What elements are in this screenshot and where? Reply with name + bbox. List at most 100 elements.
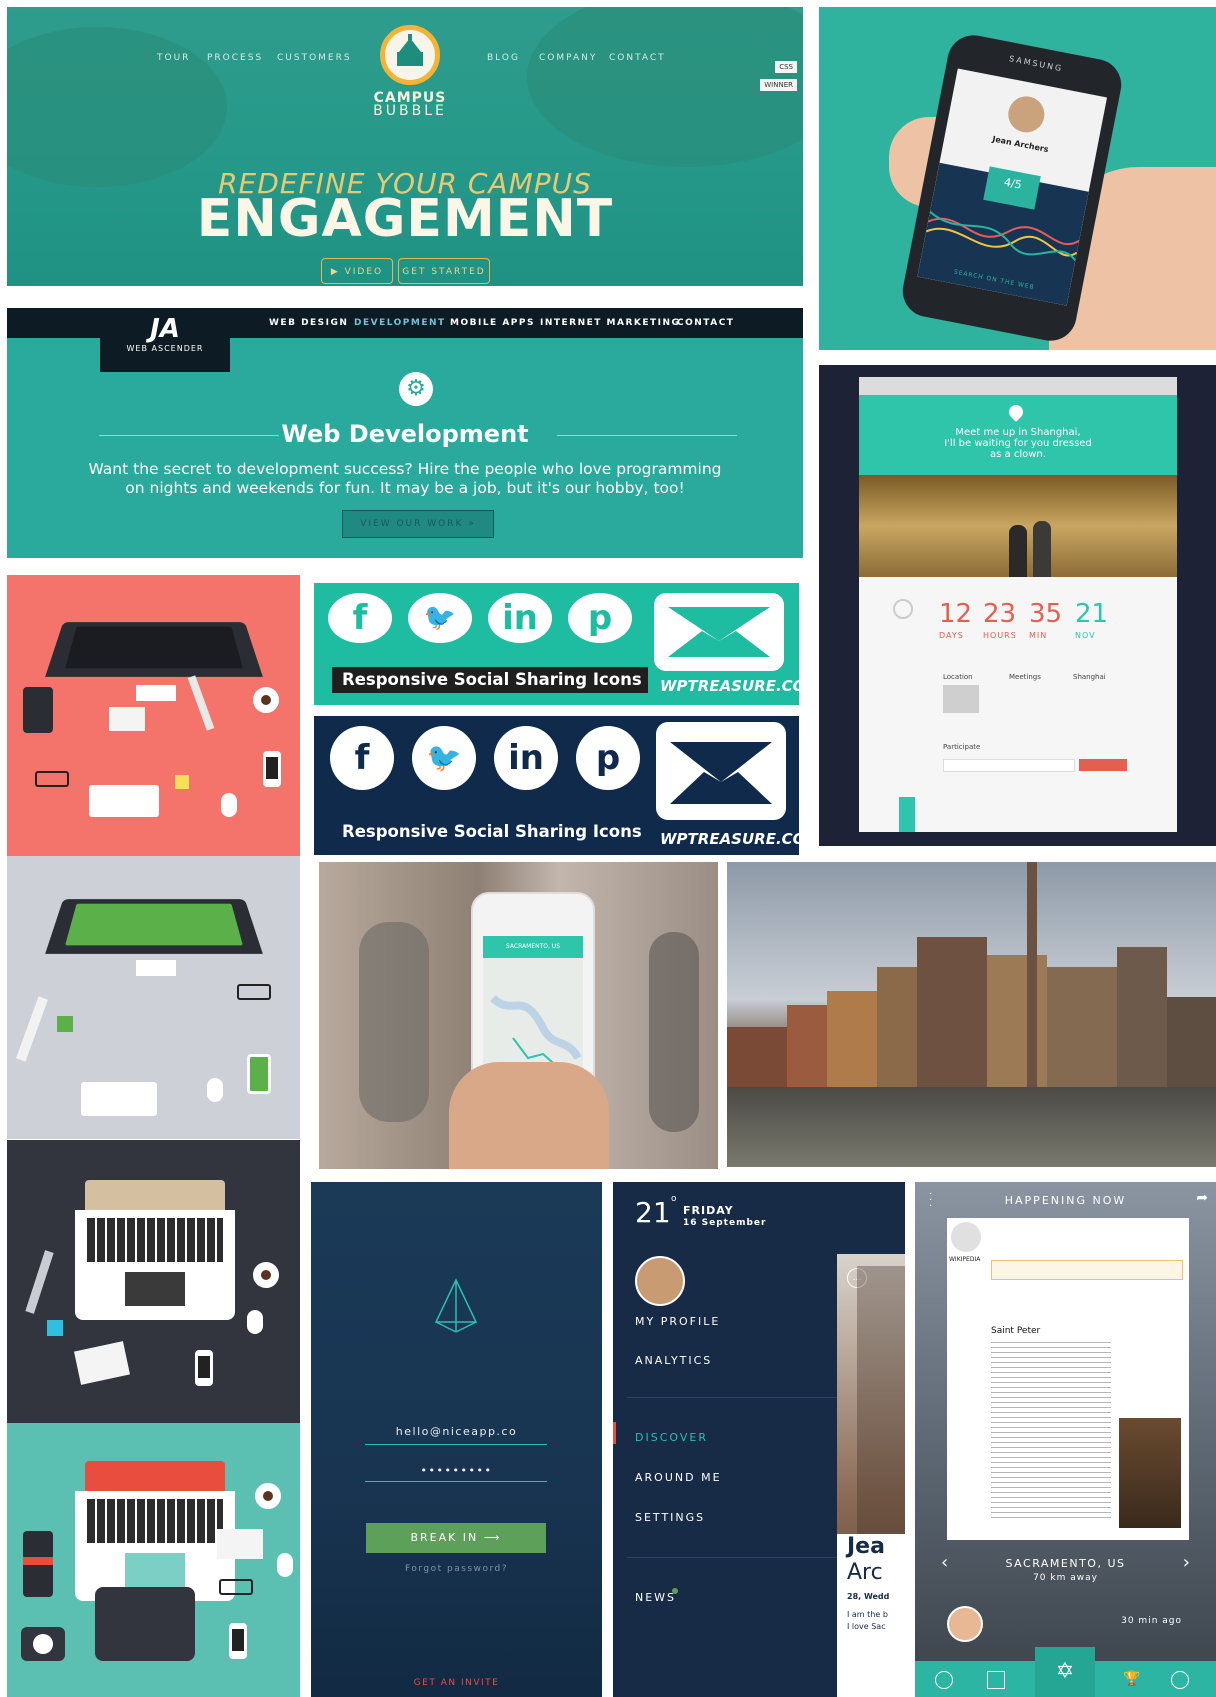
forgot-password-link[interactable]: Forgot password?	[311, 1564, 602, 1574]
linkedin-icon[interactable]: in	[488, 593, 552, 643]
laptop	[75, 1461, 235, 1601]
camera-icon	[21, 1627, 65, 1661]
building	[877, 967, 917, 1087]
glasses-icon	[35, 771, 69, 787]
nav-link[interactable]: CONTACT	[609, 53, 666, 63]
avatar[interactable]	[947, 1606, 983, 1642]
get-started-button[interactable]: GET STARTED	[398, 258, 490, 284]
nav-link[interactable]: BLOG	[487, 53, 520, 63]
mouse	[247, 1310, 263, 1334]
sticky-note	[175, 775, 189, 789]
wiki-banner	[991, 1260, 1183, 1280]
notebook	[23, 1531, 53, 1597]
content-peek: … Jea Arc 28, Wedd I am the b I love Sac	[837, 1254, 905, 1697]
participate-button[interactable]	[1079, 759, 1127, 771]
campus-logo-text: CAMPUS BUBBLE	[373, 90, 447, 119]
menu-my-profile[interactable]: MY PROFILE	[635, 1315, 720, 1328]
teal-tab	[899, 797, 915, 832]
sticky-note	[47, 1320, 63, 1336]
active-indicator	[613, 1422, 616, 1444]
participate-input[interactable]	[943, 759, 1075, 772]
calendar-icon[interactable]	[987, 1671, 1005, 1689]
hand	[449, 1062, 609, 1169]
app-logo-icon	[434, 1278, 478, 1333]
nav-contact[interactable]: CONTACT	[677, 318, 734, 328]
browser-page: Meet me up in Shanghai, I'll be waiting f…	[859, 377, 1177, 832]
nav-link[interactable]: CUSTOMERS	[277, 53, 352, 63]
building	[727, 1027, 787, 1087]
chat-icon[interactable]	[935, 1671, 953, 1689]
ruler	[25, 1250, 54, 1314]
countdown-month: NOV	[1075, 631, 1096, 640]
phone	[263, 751, 281, 787]
spire	[1027, 862, 1037, 1087]
notebook	[23, 687, 53, 733]
facebook-icon[interactable]: f	[330, 726, 394, 790]
date-day: 21	[635, 1196, 671, 1229]
ruler	[187, 675, 215, 731]
degree-mark: o	[671, 1194, 677, 1204]
nav-internet-marketing[interactable]: INTERNET MARKETING	[540, 318, 680, 328]
wptreasure-brand: WPTREASURE.COM	[660, 677, 799, 695]
menu-around-me[interactable]: AROUND ME	[635, 1471, 722, 1484]
more-icon[interactable]: · · ·	[929, 1190, 932, 1212]
nav-link[interactable]: COMPANY	[539, 53, 597, 63]
get-invite-link[interactable]: GET AN INVITE	[311, 1678, 602, 1688]
menu-analytics[interactable]: ANALYTICS	[635, 1354, 712, 1367]
star-of-david-icon[interactable]: ✡	[1035, 1647, 1095, 1697]
video-button[interactable]: ▶ VIDEO	[321, 258, 393, 284]
twitter-icon[interactable]: 🐦	[412, 726, 476, 790]
envelope-icon	[217, 1529, 263, 1559]
twitter-icon[interactable]: 🐦	[408, 593, 472, 643]
share-icon[interactable]: ➦	[1196, 1190, 1208, 1206]
nav-mobile-apps[interactable]: MOBILE APPS	[450, 318, 535, 328]
city-panorama-photo	[727, 862, 1216, 1167]
wikipedia-globe-icon	[951, 1222, 981, 1252]
col-meetings: Meetings	[1009, 673, 1041, 681]
email-field[interactable]: hello@niceapp.co	[311, 1425, 602, 1438]
password-field[interactable]: •••••••••	[311, 1464, 602, 1477]
map-city: SACRAMENTO, US	[483, 936, 583, 958]
desk-illustration-gray	[7, 856, 300, 1139]
phone	[229, 1623, 247, 1659]
nav-link[interactable]: PROCESS	[207, 53, 263, 63]
wiki-body-text	[991, 1342, 1111, 1522]
logo-mark-icon: JA	[150, 314, 180, 344]
pinterest-icon[interactable]: p	[576, 726, 640, 790]
login-screen: hello@niceapp.co ••••••••• BREAK IN ⟶ Fo…	[311, 1182, 602, 1697]
view-our-work-button[interactable]: VIEW OUR WORK »	[342, 510, 494, 538]
profile-icon[interactable]	[1171, 1671, 1189, 1689]
mouse	[221, 793, 237, 817]
nav-link[interactable]: TOUR	[157, 53, 190, 63]
web-ascender-logo[interactable]: JA WEB ASCENDER	[100, 308, 230, 372]
keyboard	[89, 785, 159, 817]
nav-development[interactable]: DEVELOPMENT	[354, 318, 446, 328]
menu-settings[interactable]: SETTINGS	[635, 1511, 705, 1524]
countdown-min: 35	[1029, 599, 1063, 629]
menu-news[interactable]: NEWS	[635, 1591, 676, 1604]
pinterest-icon[interactable]: p	[568, 593, 632, 643]
password-underline	[365, 1481, 547, 1482]
email-icon[interactable]	[656, 722, 786, 820]
glasses-icon	[237, 984, 271, 1000]
avatar[interactable]	[635, 1256, 685, 1306]
sticky-note	[57, 1016, 73, 1032]
linkedin-icon[interactable]: in	[494, 726, 558, 790]
phone	[247, 1054, 271, 1094]
email-icon[interactable]	[654, 593, 784, 671]
monitor-stand	[136, 960, 176, 976]
side-menu-screen: 21 o FRIDAY 16 September MY PROFILE ANAL…	[613, 1182, 905, 1697]
nav-web-design[interactable]: WEB DESIGN	[269, 318, 348, 328]
mouse	[207, 1078, 223, 1102]
participate-label: Participate	[943, 743, 981, 751]
building	[1167, 997, 1216, 1087]
date-full: 16 September	[683, 1218, 767, 1228]
blurred-person	[649, 932, 699, 1132]
menu-divider	[627, 1557, 837, 1558]
trophy-icon[interactable]: 🏆	[1123, 1671, 1140, 1687]
campus-logo-icon[interactable]	[380, 25, 440, 85]
break-in-button[interactable]: BREAK IN ⟶	[366, 1523, 546, 1553]
countdown-days-label: DAYS	[939, 631, 964, 640]
menu-discover[interactable]: DISCOVER	[635, 1431, 708, 1444]
facebook-icon[interactable]: f	[328, 593, 392, 643]
